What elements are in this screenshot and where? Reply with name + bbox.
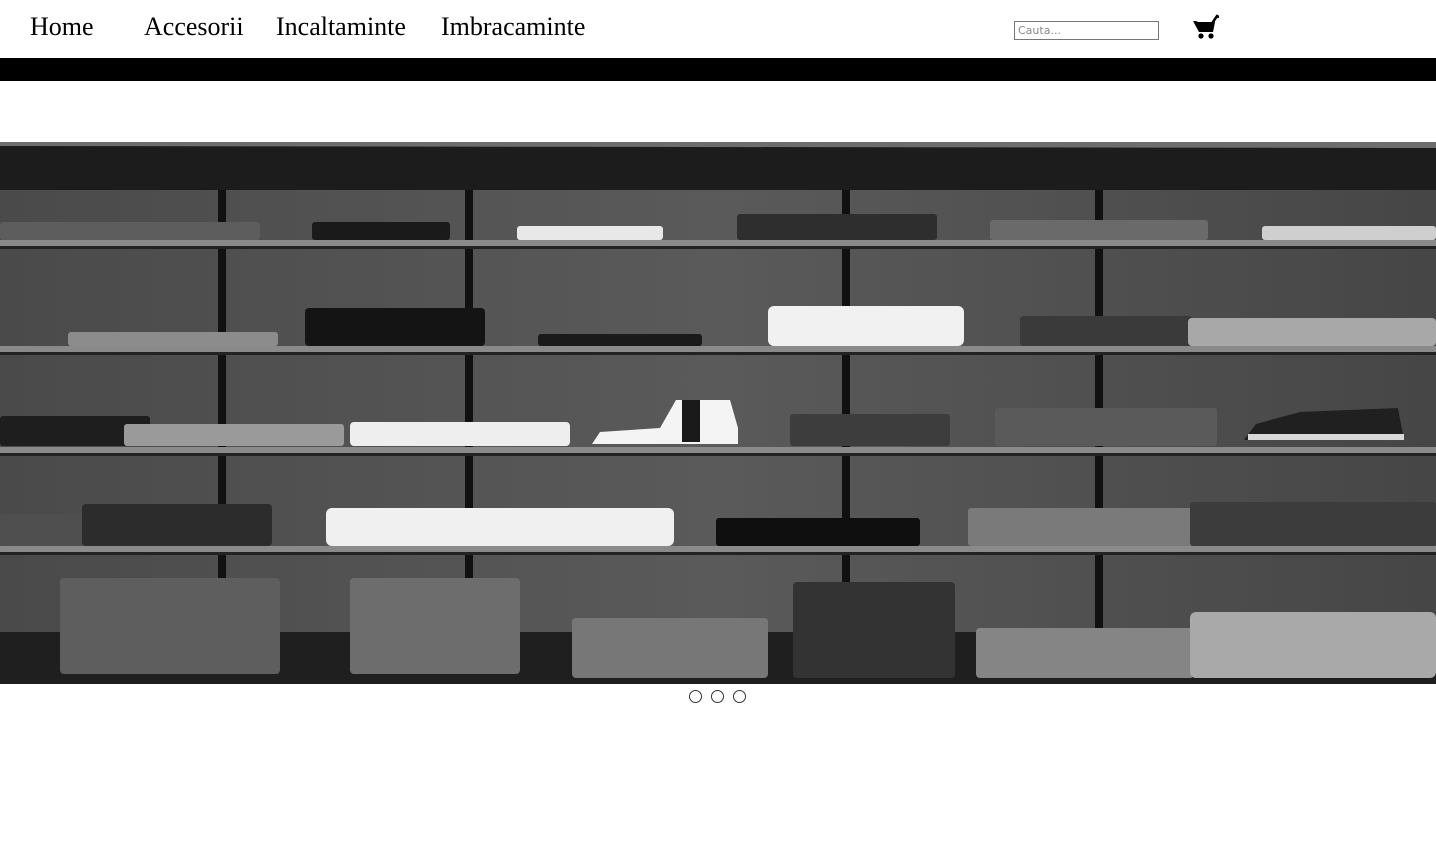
clothing-shelves-image [0,142,1436,684]
cart-button[interactable] [1191,12,1221,40]
carousel-dot-3[interactable] [733,690,746,703]
nav-incaltaminte-link[interactable]: Incaltaminte [276,10,406,44]
hero-slideshow-image [0,142,1436,684]
nav-home-link[interactable]: Home [30,10,94,44]
black-banner-bar [0,58,1436,81]
search-input[interactable] [1014,21,1159,40]
carousel-dot-1[interactable] [689,690,702,703]
nav-imbracaminte-link[interactable]: Imbracaminte [441,10,585,44]
carousel-dot-2[interactable] [711,690,724,703]
cart-icon [1193,14,1221,39]
top-navigation: Home Accesorii Incaltaminte Imbracaminte [0,0,1436,58]
nav-accesorii-link[interactable]: Accesorii [144,10,244,44]
carousel-dots [688,690,748,708]
